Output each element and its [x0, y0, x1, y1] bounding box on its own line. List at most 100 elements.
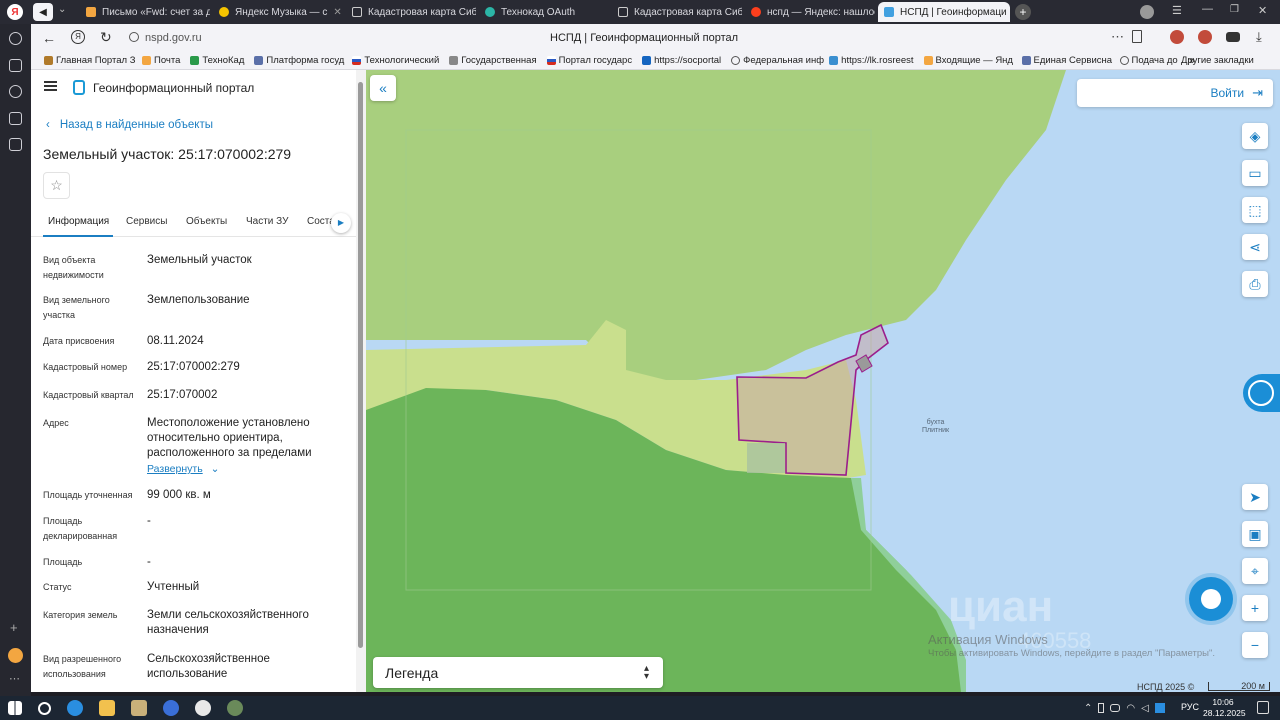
bookmark-item[interactable]: https://socportal — [637, 55, 726, 66]
browser-sidebar: + ⋯ — [0, 24, 31, 696]
new-tab-button[interactable]: + — [1015, 4, 1031, 20]
browser-tab[interactable]: Технокад OAuth — [479, 2, 609, 22]
keyboard-language[interactable]: РУС — [1181, 702, 1199, 712]
yandex-icon[interactable]: Я — [71, 30, 85, 44]
file-explorer-icon[interactable] — [99, 700, 115, 716]
ruler-icon: ▭ — [1248, 164, 1262, 181]
bookmark-item[interactable]: Платформа госуд — [249, 55, 347, 66]
chat-button[interactable] — [1189, 577, 1233, 621]
browser-tab[interactable]: Кадастровая карта Сиби — [612, 2, 742, 22]
windows-start-icon[interactable] — [8, 701, 22, 715]
yandex-browser-taskbar-icon[interactable] — [195, 700, 211, 716]
login-icon: ⇥ — [1252, 85, 1263, 100]
print-button[interactable]: ⎙ — [1242, 271, 1268, 297]
select-area-button[interactable]: ⬚ — [1242, 197, 1268, 223]
search-icon[interactable] — [38, 701, 51, 715]
reload-icon[interactable]: ↻ — [100, 29, 112, 46]
chevron-up-icon: ⌃ — [1084, 702, 1093, 714]
extension-icon[interactable] — [1170, 30, 1184, 44]
screenshot-icon[interactable] — [9, 138, 22, 151]
mail-app-icon[interactable] — [8, 648, 23, 663]
collapse-panel-button[interactable]: « — [370, 75, 396, 101]
bookmark-item[interactable]: Государственная — [444, 55, 541, 66]
bookmark-item[interactable]: Главная Портал З — [39, 55, 137, 66]
tab-objects[interactable]: Объекты — [186, 216, 227, 227]
assistant-button[interactable] — [1243, 374, 1280, 412]
geolocation-button[interactable]: ➤ — [1242, 484, 1268, 510]
menu-icon[interactable]: ☰ — [1172, 4, 1182, 17]
expand-address-link[interactable]: Развернуть ⌄ — [147, 463, 219, 475]
zoom-out-button[interactable]: − — [1242, 632, 1268, 658]
page-menu-icon[interactable]: ⋯ — [1111, 29, 1124, 45]
notifications-icon[interactable] — [1257, 701, 1269, 714]
gerb-favicon-icon — [1021, 56, 1031, 65]
layers-button[interactable]: ◈ — [1242, 123, 1268, 149]
share-button[interactable]: ⋖ — [1242, 234, 1268, 260]
login-button[interactable]: Войти ⇥ — [1077, 79, 1273, 107]
bookmark-item[interactable]: Почта — [137, 55, 185, 66]
profile-avatar[interactable] — [1140, 5, 1154, 19]
restore-icon[interactable]: ❐ — [1230, 4, 1239, 15]
url-text[interactable]: nspd.gov.ru — [145, 32, 202, 44]
tab-parts[interactable]: Части ЗУ — [246, 216, 288, 227]
collections-icon[interactable] — [9, 59, 22, 72]
tab-list-chevron-icon[interactable]: ⌄ — [58, 4, 66, 15]
measure-button[interactable]: ▭ — [1242, 160, 1268, 186]
tab-services[interactable]: Сервисы — [126, 216, 167, 227]
windows-taskbar: ⌃ ◠ ◁ РУС 10:06 28.12.2025 — [0, 696, 1280, 720]
bookmark-item[interactable]: Единая Сервисна — [1017, 55, 1115, 66]
panel-scrollbar[interactable] — [356, 70, 366, 692]
browser-tab-bar: Я ◀ ⌄ Письмо «Fwd: счет за де Яндекс Муз… — [0, 0, 1280, 24]
extension-icon[interactable] — [1226, 32, 1240, 42]
portal-title[interactable]: Геоинформационный портал — [93, 81, 254, 95]
bookmark-item[interactable]: https://lk.rosreest — [824, 55, 918, 66]
favorite-button[interactable]: ☆ — [43, 172, 70, 199]
bookmark-icon[interactable] — [1132, 30, 1142, 43]
tabs-scroll-right-button[interactable]: ▶ — [331, 213, 351, 233]
building-favicon-icon — [449, 56, 459, 65]
browser-tab-active[interactable]: НСПД | Геоинформаци✕ — [878, 2, 1010, 22]
bookmark-item[interactable]: Технологический — [347, 55, 444, 66]
extension-icon[interactable] — [1198, 30, 1212, 44]
select-area-icon: ⬚ — [1248, 201, 1262, 218]
download-icon[interactable]: ⤓ — [1256, 29, 1262, 45]
close-window-icon[interactable]: ✕ — [1258, 4, 1267, 17]
bookmark-item[interactable]: Портал государс — [542, 55, 637, 66]
scrollbar-thumb[interactable] — [358, 82, 363, 648]
tab-audio-icon[interactable]: ◀ — [33, 3, 53, 21]
other-bookmarks-button[interactable]: Другие закладки — [1181, 55, 1254, 66]
bookmark-item[interactable]: Входящие — Янд — [919, 55, 1017, 66]
app-taskbar-icon[interactable] — [227, 700, 243, 716]
minimap-button[interactable]: ▣ — [1242, 521, 1268, 547]
add-panel-icon[interactable]: + — [10, 620, 18, 635]
zoom-in-button[interactable]: + — [1242, 595, 1268, 621]
back-link[interactable]: ‹ Назад в найденные объекты — [46, 119, 213, 131]
browser-tab[interactable]: Письмо «Fwd: счет за де — [80, 2, 210, 22]
bookmark-item[interactable]: Подача до — [1115, 55, 1183, 66]
bookmark-item[interactable]: Федеральная инф — [726, 55, 824, 66]
yandex-taskbar-icon[interactable] — [163, 700, 179, 716]
minimize-icon[interactable]: — — [1202, 3, 1213, 15]
yandex-browser-logo[interactable]: Я — [7, 4, 23, 20]
browser-tab[interactable]: нспд — Яндекс: нашлось — [745, 2, 875, 22]
clock[interactable]: 10:06 28.12.2025 — [1203, 697, 1246, 719]
site-info-icon[interactable] — [129, 32, 139, 42]
search-location-button[interactable]: ⌖ — [1242, 558, 1268, 584]
browser-tab[interactable]: Яндекс Музыка — с ✕ — [213, 2, 343, 22]
tray-icons[interactable]: ⌃ ◠ ◁ — [1084, 701, 1174, 715]
hamburger-menu-icon[interactable] — [44, 81, 57, 91]
legend-dropdown[interactable]: Легенда ▴ ▾ — [373, 657, 663, 688]
browser-tab[interactable]: Кадастровая карта Сиби — [346, 2, 476, 22]
media-icon[interactable] — [9, 85, 22, 98]
more-icon[interactable]: ⋯ — [9, 672, 20, 685]
history-icon[interactable] — [9, 32, 22, 45]
folder-icon[interactable] — [131, 700, 147, 716]
calendar-icon[interactable] — [9, 112, 22, 125]
bookmark-item[interactable]: ТехноКад — [185, 55, 249, 66]
edge-icon[interactable] — [67, 700, 83, 716]
map-canvas[interactable]: бухта Плитник « Войти ⇥ ◈ ▭ ⬚ ⋖ ⎙ ➤ ▣ ⌖ … — [366, 70, 1280, 692]
expand-collapse-icon: ▴ ▾ — [643, 662, 649, 682]
close-tab-icon[interactable]: ✕ — [333, 7, 341, 18]
tab-info[interactable]: Информация — [48, 216, 109, 227]
back-icon[interactable]: ← — [42, 30, 56, 46]
